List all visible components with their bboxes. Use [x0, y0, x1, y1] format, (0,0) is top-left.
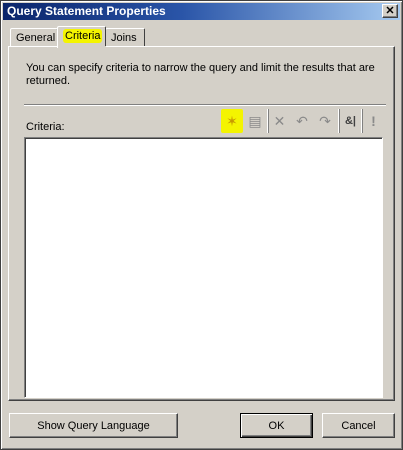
- undo-icon: ↶: [296, 112, 308, 129]
- cancel-label: Cancel: [341, 419, 376, 432]
- not-icon: !: [371, 113, 376, 129]
- cancel-button[interactable]: Cancel: [322, 413, 395, 438]
- delete-button[interactable]: ✕: [268, 109, 290, 133]
- undo-button[interactable]: ↶: [291, 109, 313, 133]
- redo-button[interactable]: ↷: [314, 109, 336, 133]
- close-button[interactable]: ✕: [382, 4, 398, 18]
- ok-label: OK: [268, 419, 285, 432]
- new-criterion-button[interactable]: ✶: [221, 109, 243, 133]
- tab-joins[interactable]: Joins: [105, 28, 145, 47]
- show-query-language-label: Show Query Language: [37, 419, 150, 432]
- new-criterion-icon: ✶: [226, 112, 238, 129]
- separator: [24, 104, 386, 106]
- window-title: Query Statement Properties: [7, 4, 166, 18]
- tab-criteria[interactable]: Criteria: [57, 26, 106, 48]
- properties-icon: ▤: [248, 112, 262, 129]
- and-or-icon: &|: [344, 115, 357, 127]
- redo-icon: ↷: [319, 112, 331, 129]
- criteria-label: Criteria:: [26, 121, 65, 133]
- tab-general-label: General: [16, 32, 56, 44]
- criteria-description: You can specify criteria to narrow the q…: [26, 62, 375, 87]
- tab-criteria-label: Criteria: [63, 29, 103, 43]
- title-bar[interactable]: Query Statement Properties ✕: [3, 3, 400, 20]
- tab-joins-label: Joins: [111, 32, 137, 44]
- properties-button[interactable]: ▤: [244, 109, 266, 133]
- close-icon: ✕: [385, 4, 395, 17]
- ok-button[interactable]: OK: [240, 413, 313, 438]
- tab-general[interactable]: General: [10, 28, 58, 47]
- active-tab-joint: [58, 46, 106, 48]
- and-or-button[interactable]: &|: [339, 109, 361, 133]
- not-button[interactable]: !: [362, 109, 384, 133]
- delete-icon: ✕: [273, 112, 286, 129]
- criteria-list[interactable]: [24, 137, 383, 398]
- show-query-language-button[interactable]: Show Query Language: [9, 413, 178, 438]
